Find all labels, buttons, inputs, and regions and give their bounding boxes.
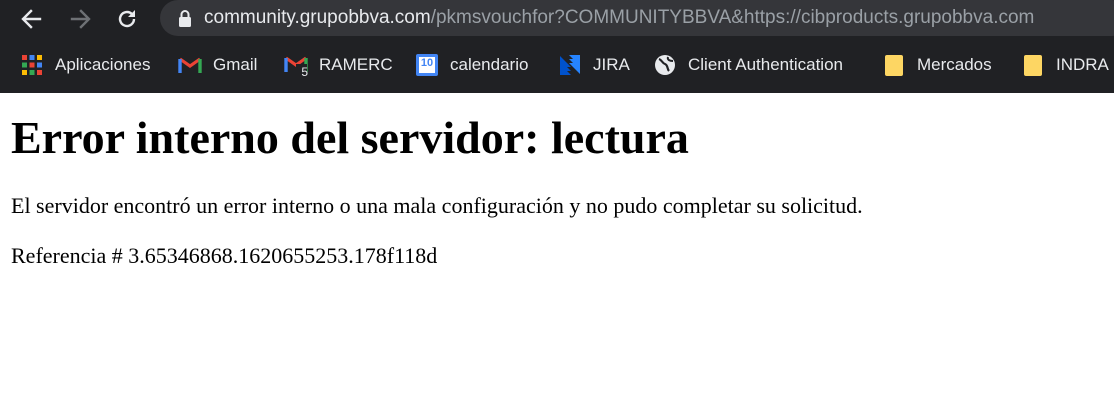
bookmarks-bar: Aplicaciones Gmail 5 RAMERC 10 calendari… (0, 38, 1114, 93)
gmail-icon (178, 53, 202, 77)
page-content: Error interno del servidor: lectura El s… (0, 111, 1114, 269)
bookmark-label: Aplicaciones (55, 55, 151, 74)
bookmark-label: Mercados (917, 55, 992, 74)
calendar-date: 10 (420, 57, 434, 69)
folder-icon (1021, 53, 1045, 77)
bookmark-indra[interactable]: INDRA (1021, 50, 1109, 80)
forward-arrow-icon (70, 9, 91, 29)
bookmark-label: INDRA (1056, 55, 1109, 74)
bookmark-aplicaciones[interactable]: Aplicaciones (20, 50, 150, 80)
bookmark-label: Client Authentication (688, 55, 843, 74)
back-arrow-icon (21, 9, 42, 29)
bookmark-label: JIRA (593, 55, 630, 74)
bookmark-mercados[interactable]: Mercados (882, 50, 992, 80)
jira-icon (558, 53, 582, 77)
forward-button[interactable] (66, 4, 96, 34)
error-reference: Referencia # 3.65346868.1620655253.178f1… (11, 243, 438, 268)
lock-icon (178, 9, 192, 27)
browser-toolbar: community.grupobbva.com/pkmsvouchfor?COM… (0, 0, 1114, 38)
bookmark-calendario[interactable]: 10 calendario (415, 50, 528, 80)
bookmark-client-authentication[interactable]: Client Authentication (653, 50, 843, 80)
error-message: El servidor encontró un error interno o … (11, 193, 863, 218)
back-button[interactable] (16, 4, 46, 34)
url-path: /pkmsvouchfor?COMMUNITYBBVA&https://cibp… (430, 7, 1035, 28)
ramerc-badge: 5 (301, 65, 308, 79)
reload-icon (118, 10, 136, 28)
page-title: Error interno del servidor: lectura (11, 112, 689, 163)
globe-icon (653, 53, 677, 77)
apps-grid-icon (20, 53, 44, 77)
bookmark-label: Gmail (213, 55, 258, 74)
bookmark-ramerc[interactable]: 5 RAMERC (284, 50, 393, 80)
bookmark-jira[interactable]: JIRA (558, 50, 630, 80)
reload-button[interactable] (112, 4, 142, 34)
folder-icon (882, 53, 906, 77)
address-bar[interactable]: community.grupobbva.com/pkmsvouchfor?COM… (160, 0, 1114, 36)
bookmark-label: RAMERC (319, 55, 393, 74)
url-host: community.grupobbva.com (204, 7, 431, 28)
gmail-badge-icon: 5 (284, 53, 308, 79)
bookmark-label: calendario (450, 55, 529, 74)
calendar-icon: 10 (415, 53, 439, 77)
bookmark-gmail[interactable]: Gmail (178, 50, 257, 80)
